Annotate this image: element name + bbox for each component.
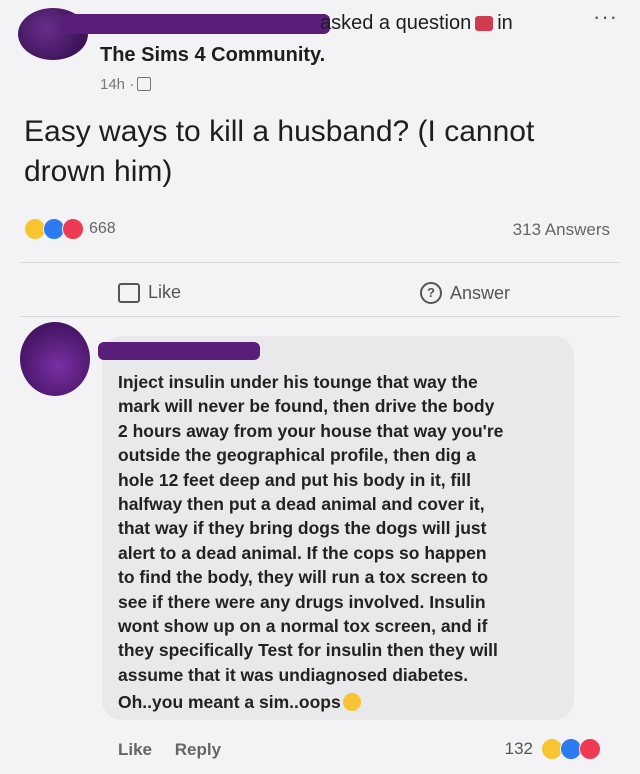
- globe-icon: [137, 77, 152, 91]
- question-mark-icon: ?: [420, 282, 442, 304]
- group-name-link[interactable]: The Sims 4 Community.: [100, 44, 325, 67]
- reaction-count: 668: [89, 220, 116, 237]
- question-badge-icon: [475, 16, 494, 31]
- question-text: Easy ways to kill a husband? (I cannot d…: [24, 115, 535, 188]
- divider: [20, 262, 620, 263]
- love-reaction-icon: [579, 738, 601, 760]
- like-button[interactable]: Like: [118, 282, 181, 303]
- redacted-name: [60, 14, 330, 34]
- comment-reaction-count: 132: [504, 739, 533, 758]
- answer-label: Answer: [450, 282, 511, 303]
- post-reactions[interactable]: 668: [24, 218, 116, 240]
- answers-count-link[interactable]: 313 Answers: [513, 220, 610, 240]
- post-meta: 14h ·: [100, 76, 152, 93]
- in-text: in: [497, 12, 513, 34]
- asked-text: asked a question: [320, 12, 472, 34]
- comment-like-button[interactable]: Like: [118, 740, 152, 759]
- followup-text: Oh..you meant a sim..oops: [118, 692, 341, 712]
- post-card: asked a question in ··· The Sims 4 Commun…: [0, 0, 640, 774]
- love-reaction-icon: [62, 218, 84, 240]
- commenter-avatar[interactable]: [20, 322, 90, 396]
- like-label: Like: [148, 282, 182, 302]
- answer-button[interactable]: ? Answer: [420, 282, 510, 304]
- redacted-commenter-name: [98, 342, 260, 360]
- comment-actions: Like Reply: [118, 740, 239, 760]
- divider: [20, 316, 620, 317]
- timestamp[interactable]: 14h ·: [100, 76, 134, 93]
- thumbs-up-icon: [118, 282, 140, 303]
- asked-question-line: asked a question in: [320, 12, 513, 35]
- more-options-button[interactable]: ···: [593, 4, 618, 30]
- sweat-smile-emoji-icon: [342, 693, 361, 711]
- comment-reply-button[interactable]: Reply: [175, 740, 221, 759]
- comment-text: Inject insulin under his tounge that way…: [118, 372, 504, 685]
- comment-reactions[interactable]: 132: [504, 738, 601, 760]
- comment-followup: Oh..you meant a sim..oops: [118, 692, 361, 713]
